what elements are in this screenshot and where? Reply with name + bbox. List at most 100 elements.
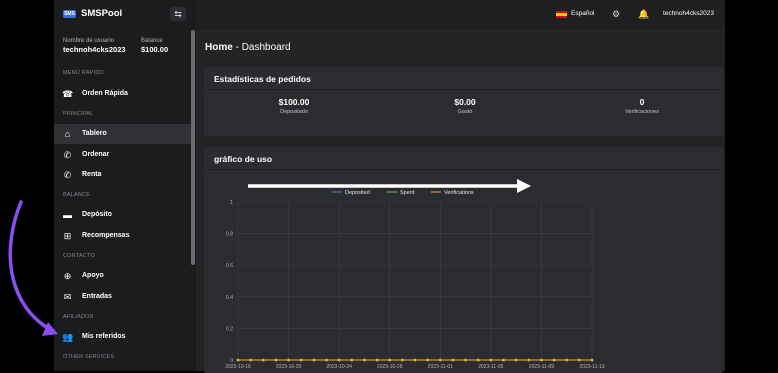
settings-gear-icon[interactable]: ⚙ <box>612 9 620 20</box>
section-affiliates: AFILIADOS <box>63 314 94 320</box>
data-point <box>552 358 556 362</box>
phone-call-icon: ✆ <box>63 170 72 180</box>
account-balance: Balance $100.00 <box>141 38 168 54</box>
divider <box>204 89 723 90</box>
topbar: Español ⚙ 🔔 technoh4cks2023 <box>196 0 725 30</box>
x-tick-label: 2023-10-24 <box>326 364 352 370</box>
brand-logo: SMS <box>63 10 76 18</box>
data-point <box>590 358 594 362</box>
envelope-icon: ✉ <box>63 292 72 302</box>
data-point <box>287 358 290 362</box>
y-tick-label: 0.6 <box>226 263 233 269</box>
data-point <box>426 358 429 362</box>
x-tick-label: 2023-10-20 <box>276 364 302 370</box>
sidebar-item-label: Renta <box>82 171 102 178</box>
sidebar-item-order[interactable]: ✆ Ordenar <box>54 145 191 165</box>
username-label: Nombre de usuario <box>63 38 115 44</box>
sidebar-item-label: Depósito <box>82 211 112 218</box>
data-point <box>514 358 518 362</box>
data-point <box>476 358 480 362</box>
sidebar-item-support[interactable]: ⊕ Apoyo <box>54 266 191 286</box>
phone-icon: ☎ <box>62 89 74 99</box>
data-point <box>249 358 252 362</box>
x-tick-label: 2023-11-09 <box>529 364 554 370</box>
balance-label: Balance <box>141 38 163 44</box>
sidebar-item-deposit[interactable]: ▬ Depósito <box>54 205 191 225</box>
sidebar-item-dashboard[interactable]: ⌂ Tablero <box>54 124 191 144</box>
legend-label: Spent <box>400 190 415 196</box>
data-point <box>489 358 493 362</box>
data-point <box>261 358 265 362</box>
sidebar-item-rewards[interactable]: ⊞ Recompensas <box>54 226 191 246</box>
stat-label: Gastó <box>457 109 473 115</box>
usage-chart-title: gráfico de uso <box>214 154 273 164</box>
data-point <box>350 358 354 362</box>
data-point <box>375 358 379 362</box>
sidebar: SMS SMSPool ⇆ Nombre de usuario technoh4… <box>54 0 196 371</box>
sidebar-item-label: Recompensas <box>82 232 130 239</box>
data-point <box>274 358 278 362</box>
sidebar-item-referrals[interactable]: 👥 Mis referidos <box>54 327 191 347</box>
legend-label: Verifications <box>444 190 474 196</box>
usage-chart-card: gráfico de uso 0 0.2 0.4 0.6 0.8 1 2023-10-16 2… <box>204 147 723 373</box>
data-point <box>464 358 467 362</box>
stat-value: $100.00 <box>278 97 310 107</box>
section-contact: CONTACTO <box>63 253 95 259</box>
breadcrumb-current: Dashboard <box>241 42 291 53</box>
bell-icon[interactable]: 🔔 <box>638 9 649 20</box>
stat-verifications: 0 Verificaciones <box>562 97 722 115</box>
x-tick-label: 2023-10-28 <box>377 364 403 370</box>
stats-title: Estadísticas de pedidos <box>214 74 311 84</box>
data-point <box>388 358 392 362</box>
purple-arrow-annotation <box>8 200 58 336</box>
data-point <box>527 358 531 362</box>
spain-flag-icon <box>556 11 567 18</box>
divider <box>204 169 723 170</box>
x-tick-label: 2023-10-16 <box>225 364 251 370</box>
data-point <box>438 358 442 362</box>
phone-incoming-icon: ✆ <box>63 150 72 160</box>
stat-label: Depositado <box>280 109 308 115</box>
stat-deposited: $100.00 Depositado <box>214 97 374 115</box>
data-point <box>540 358 543 362</box>
stats-card: Estadísticas de pedidos $100.00 Deposita… <box>204 67 723 136</box>
breadcrumb-home[interactable]: Home <box>205 42 233 53</box>
swap-arrows-icon[interactable]: ⇆ <box>170 7 186 21</box>
data-point <box>236 358 240 362</box>
data-point <box>565 358 569 362</box>
lifebuoy-icon: ⊕ <box>63 271 72 281</box>
data-point <box>401 358 404 362</box>
sidebar-item-quick-order[interactable]: ☎ Orden Rápida <box>54 84 191 104</box>
data-point <box>451 358 455 362</box>
sidebar-item-rent[interactable]: ✆ Renta <box>54 165 191 185</box>
balance-value: $100.00 <box>141 45 169 54</box>
section-other-services: OTHER SERVICES <box>63 354 115 360</box>
credit-card-icon: ▬ <box>63 210 72 220</box>
sidebar-item-tickets[interactable]: ✉ Entradas <box>54 287 191 307</box>
data-point <box>325 358 328 362</box>
breadcrumb-separator: - <box>232 42 242 53</box>
sidebar-item-label: Apoyo <box>82 272 104 279</box>
main-content: Home - Dashboard Estadísticas de pedidos… <box>196 30 725 373</box>
y-tick-label: 0.2 <box>226 326 233 332</box>
sidebar-item-label: Tablero <box>82 130 107 137</box>
legend-label: Deposited <box>345 190 370 196</box>
x-tick-label: 2023-11-13 <box>579 364 604 370</box>
user-menu[interactable]: technoh4cks2023 <box>663 10 714 17</box>
sidebar-item-label: Mis referidos <box>82 333 126 340</box>
x-tick-label: 2023-11-05 <box>478 364 503 370</box>
stat-value: 0 <box>639 97 645 107</box>
sidebar-scrollbar[interactable] <box>191 30 195 265</box>
home-icon: ⌂ <box>64 129 71 139</box>
gift-icon: ⊞ <box>63 231 72 241</box>
data-point <box>337 358 341 362</box>
data-point <box>299 358 303 362</box>
usage-line-chart: 00.20.40.60.812023-10-16 2023-10-20 2023-1… <box>225 190 605 370</box>
account-username: Nombre de usuario technoh4cks2023 <box>63 38 126 54</box>
sidebar-item-label: Ordenar <box>82 151 110 158</box>
language-selector[interactable]: Español <box>571 10 595 17</box>
x-tick-label: 2023-11-01 <box>428 364 453 370</box>
section-balance: BALANCE <box>63 192 91 198</box>
page-title: Home - Dashboard <box>205 42 291 53</box>
username-value: technoh4cks2023 <box>63 45 126 54</box>
